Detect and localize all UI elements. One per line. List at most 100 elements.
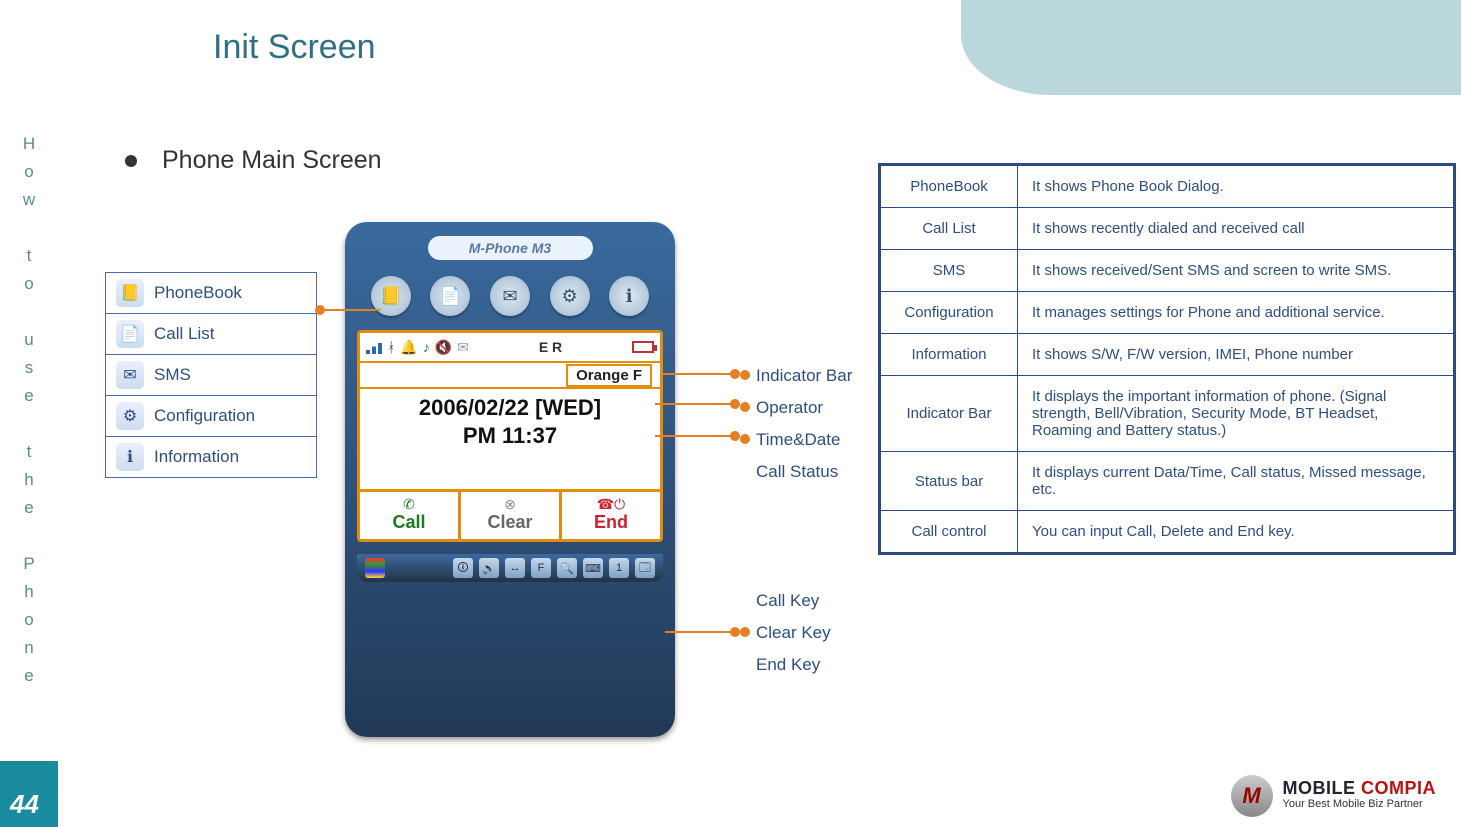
sms-icon: ✉ (116, 361, 144, 389)
operator-name: Orange F (566, 364, 652, 387)
taskbar: 🛈 🔊 ↔ F 🔍 ⌨ 1 🗔 (357, 554, 663, 582)
callout-callstatus: Call Status (756, 462, 838, 481)
call-controls: ✆ Call ⊗ Clear ☎⏻ End (360, 489, 660, 539)
callout-callkey: Call Key (756, 591, 819, 610)
bluetooth-icon: ᚼ (387, 339, 395, 355)
callout-timedate: Time&Date (756, 430, 840, 449)
app-icon-information[interactable]: ℹ (609, 276, 649, 316)
phone-mock: M-Phone M3 📒 📄 ✉ ⚙ ℹ ᚼ 🔔 ♪ 🔇 ✉ E R (345, 222, 675, 737)
desc-key: Indicator Bar (880, 376, 1018, 452)
desc-key: Information (880, 334, 1018, 376)
dot-icon (740, 370, 750, 380)
calllist-icon: 📄 (116, 320, 144, 348)
end-power-icon: ☎⏻ (562, 496, 660, 512)
desc-key: Call control (880, 511, 1018, 554)
mute-icon: 🔇 (435, 339, 452, 356)
operator-row: Orange F (360, 363, 660, 389)
menu-labels-box: 📒 PhoneBook 📄 Call List ✉ SMS ⚙ Configur… (105, 272, 317, 478)
information-icon: ℹ (116, 443, 144, 471)
desc-val: It displays the important information of… (1018, 376, 1455, 452)
tray-icon[interactable]: ⌨ (583, 558, 603, 578)
menu-item-information: ℹ Information (106, 436, 316, 477)
table-row: Indicator BarIt displays the important i… (880, 376, 1455, 452)
desc-val: It shows received/Sent SMS and screen to… (1018, 250, 1455, 292)
app-icon-row: 📒 📄 ✉ ⚙ ℹ (357, 270, 663, 330)
callout-indicator: Indicator Bar (756, 366, 852, 385)
desc-val: It shows recently dialed and received ca… (1018, 208, 1455, 250)
tray-icon[interactable]: 🔊 (479, 558, 499, 578)
left-sidebar: How to use the Phone 44 (0, 0, 58, 827)
device-label: M-Phone M3 (428, 236, 593, 260)
phonebook-icon: 📒 (116, 279, 144, 307)
clear-key[interactable]: ⊗ Clear (461, 492, 562, 539)
table-row: InformationIt shows S/W, F/W version, IM… (880, 334, 1455, 376)
menu-item-configuration: ⚙ Configuration (106, 395, 316, 436)
menu-label: Configuration (154, 406, 255, 426)
bullet-icon (125, 155, 137, 167)
page-number: 44 (10, 789, 39, 820)
battery-icon (632, 341, 654, 353)
page-title: Init Screen (213, 28, 376, 67)
tray-icon[interactable]: 1 (609, 558, 629, 578)
menu-item-sms: ✉ SMS (106, 354, 316, 395)
call-label: Call (360, 512, 458, 533)
mail-icon: ✉ (457, 339, 469, 356)
desc-key: Call List (880, 208, 1018, 250)
table-row: ConfigurationIt manages settings for Pho… (880, 292, 1455, 334)
signal-icon (366, 340, 382, 354)
clear-label: Clear (461, 512, 559, 533)
app-icon-calllist[interactable]: 📄 (430, 276, 470, 316)
callout-endkey: End Key (756, 655, 820, 674)
logo-text: MOBILE COMPIA Your Best Mobile Biz Partn… (1283, 780, 1437, 812)
desc-val: It shows Phone Book Dialog. (1018, 165, 1455, 208)
phone-body: M-Phone M3 📒 📄 ✉ ⚙ ℹ ᚼ 🔔 ♪ 🔇 ✉ E R (345, 222, 675, 737)
menu-item-phonebook: 📒 PhoneBook (106, 273, 316, 313)
call-phone-icon: ✆ (360, 496, 458, 512)
menu-label: Information (154, 447, 239, 467)
callout-block-lower: Call Key Clear Key End Key (740, 585, 831, 681)
tray-icon[interactable]: F (531, 558, 551, 578)
desc-val: It manages settings for Phone and additi… (1018, 292, 1455, 334)
table-row: PhoneBookIt shows Phone Book Dialog. (880, 165, 1455, 208)
desc-key: SMS (880, 250, 1018, 292)
desc-key: Status bar (880, 452, 1018, 511)
call-key[interactable]: ✆ Call (360, 492, 461, 539)
table-row: Call controlYou can input Call, Delete a… (880, 511, 1455, 554)
table-row: Status barIt displays current Data/Time,… (880, 452, 1455, 511)
callout-operator: Operator (756, 398, 823, 417)
tray-icon[interactable]: 🔍 (557, 558, 577, 578)
dot-icon (740, 402, 750, 412)
app-icon-phonebook[interactable]: 📒 (371, 276, 411, 316)
dot-icon (740, 434, 750, 444)
desc-val: It shows S/W, F/W version, IMEI, Phone n… (1018, 334, 1455, 376)
dot-icon (740, 627, 750, 637)
brand-a: MOBILE (1283, 778, 1362, 798)
time-display: PM 11:37 (360, 421, 660, 489)
clear-x-icon: ⊗ (461, 496, 559, 512)
configuration-icon: ⚙ (116, 402, 144, 430)
callout-clearkey: Clear Key (756, 623, 831, 642)
brand-b: COMPIA (1361, 778, 1436, 798)
tray-icon[interactable]: 🛈 (453, 558, 473, 578)
section-heading: Phone Main Screen (125, 146, 382, 175)
windows-icon[interactable]: 🗔 (635, 558, 655, 578)
callout-block-upper: Indicator Bar Operator Time&Date Call St… (740, 360, 852, 488)
app-icon-configuration[interactable]: ⚙ (550, 276, 590, 316)
start-icon[interactable] (365, 558, 385, 578)
tray-icon[interactable]: ↔ (505, 558, 525, 578)
description-table: PhoneBookIt shows Phone Book Dialog. Cal… (878, 163, 1456, 555)
end-key[interactable]: ☎⏻ End (562, 492, 660, 539)
indicator-text: E R (539, 339, 562, 355)
table-row: Call ListIt shows recently dialed and re… (880, 208, 1455, 250)
desc-val: You can input Call, Delete and End key. (1018, 511, 1455, 554)
bell-icon: 🔔 (400, 339, 417, 356)
menu-label: PhoneBook (154, 283, 242, 303)
note-icon: ♪ (423, 339, 430, 355)
desc-key: PhoneBook (880, 165, 1018, 208)
desc-val: It displays current Data/Time, Call stat… (1018, 452, 1455, 511)
sidebar-vertical-text: How to use the Phone (18, 130, 40, 690)
footer-logo: M MOBILE COMPIA Your Best Mobile Biz Par… (1231, 775, 1437, 817)
app-icon-sms[interactable]: ✉ (490, 276, 530, 316)
brand-tagline: Your Best Mobile Biz Partner (1283, 796, 1437, 812)
indicator-bar: ᚼ 🔔 ♪ 🔇 ✉ E R (360, 333, 660, 363)
